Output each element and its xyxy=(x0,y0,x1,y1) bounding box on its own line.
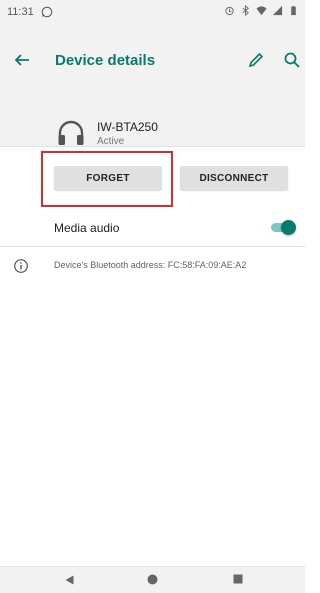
search-icon[interactable] xyxy=(283,51,301,69)
wifi-icon xyxy=(256,6,267,16)
divider xyxy=(0,246,305,247)
device-name: IW-BTA250 xyxy=(97,120,158,134)
media-audio-toggle[interactable] xyxy=(271,220,296,235)
forget-button[interactable]: FORGET xyxy=(54,166,162,190)
status-time: 11:31 xyxy=(7,6,34,18)
bluetooth-icon xyxy=(242,5,249,16)
status-bar: 11:31 xyxy=(0,0,305,24)
divider xyxy=(0,146,305,147)
media-audio-label: Media audio xyxy=(54,221,120,235)
whatsapp-icon xyxy=(41,6,53,18)
toggle-thumb xyxy=(281,220,296,235)
nav-home-icon[interactable] xyxy=(147,574,158,585)
alarm-icon xyxy=(225,6,234,16)
nav-back-icon[interactable] xyxy=(65,575,74,585)
edit-icon[interactable] xyxy=(248,52,264,68)
navigation-bar xyxy=(0,566,305,593)
signal-icon xyxy=(272,5,283,16)
app-bar: Device details xyxy=(0,24,305,96)
nav-recents-icon[interactable] xyxy=(233,574,243,584)
status-icons xyxy=(224,5,299,16)
back-arrow-icon[interactable] xyxy=(13,51,31,69)
page-title: Device details xyxy=(55,52,156,69)
headphones-icon xyxy=(58,120,84,145)
bluetooth-address: Device's Bluetooth address: FC:58:FA:09:… xyxy=(54,260,247,270)
disconnect-button[interactable]: DISCONNECT xyxy=(180,166,288,190)
battery-icon xyxy=(291,5,296,16)
device-header: IW-BTA250 Active xyxy=(0,96,305,147)
info-icon xyxy=(14,259,28,273)
